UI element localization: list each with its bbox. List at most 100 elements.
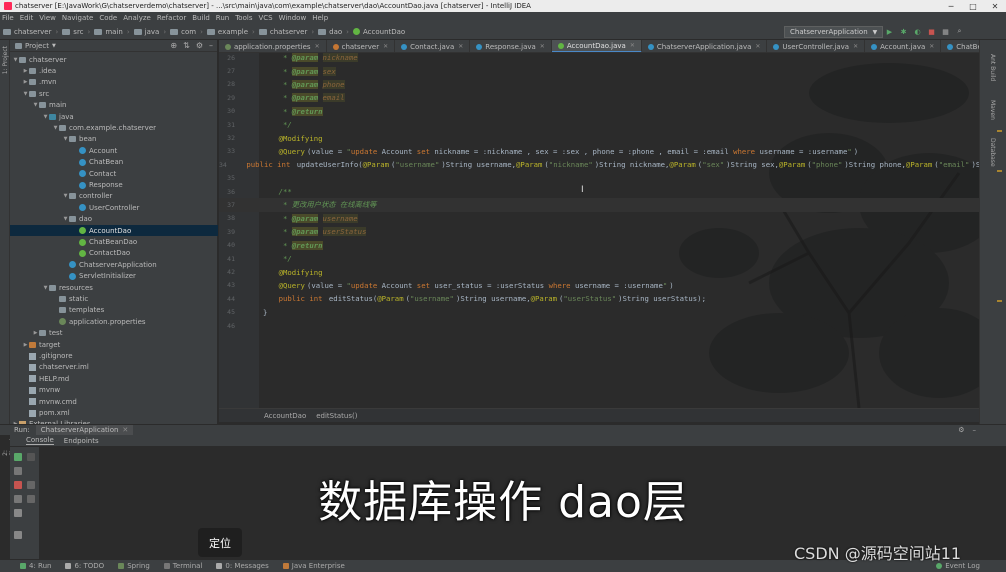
tree-item[interactable]: .gitignore — [10, 350, 218, 361]
bottom-tool-tab[interactable]: Terminal — [163, 562, 202, 570]
collapse-icon[interactable]: ⇅ — [183, 41, 190, 50]
chevron-right-icon[interactable]: ▶ — [22, 79, 29, 85]
locate-button[interactable]: 定位 — [198, 528, 242, 557]
editor-tab[interactable]: Contact.java ✕ — [395, 40, 471, 52]
close-icon[interactable]: ✕ — [853, 43, 858, 50]
editor-tab[interactable]: Response.java ✕ — [470, 40, 552, 52]
breadcrumb-item[interactable]: example › — [206, 28, 255, 36]
chevron-down-icon[interactable]: ▼ — [42, 114, 49, 120]
menu-item-analyze[interactable]: Analyze — [123, 14, 151, 22]
run-configuration-select[interactable]: ChatserverApplication ▼ — [784, 26, 884, 38]
search-icon[interactable]: ⌕ — [954, 26, 965, 37]
rerun-icon[interactable] — [14, 453, 22, 461]
editor-tab[interactable]: ChatBean.java✕ — [941, 40, 979, 52]
breadcrumb-class[interactable]: AccountDao — [264, 412, 306, 420]
chevron-down-icon[interactable]: ▼ — [32, 102, 39, 108]
tree-item[interactable]: ContactDao — [10, 248, 218, 259]
gear-icon[interactable]: ⚙ — [958, 426, 964, 434]
chevron-down-icon[interactable]: ▼ — [52, 125, 59, 131]
tree-item[interactable]: application.properties — [10, 316, 218, 327]
tree-item[interactable]: ▶ .idea — [10, 65, 218, 76]
chevron-down-icon[interactable]: ▼ — [62, 136, 69, 142]
close-icon[interactable]: ✕ — [540, 43, 545, 50]
close-icon[interactable]: ✕ — [383, 43, 388, 50]
close-icon[interactable]: ✕ — [755, 43, 760, 50]
endpoints-tab[interactable]: Endpoints — [64, 437, 99, 445]
tree-item[interactable]: templates — [10, 305, 218, 316]
tree-item[interactable]: ▼ bean — [10, 134, 218, 145]
tree-item[interactable]: UserController — [10, 202, 218, 213]
locate-icon[interactable]: ⊕ — [170, 41, 177, 50]
tree-item[interactable]: pom.xml — [10, 407, 218, 418]
menu-item-tools[interactable]: Tools — [235, 14, 252, 22]
tree-item[interactable]: Response — [10, 179, 218, 190]
close-icon[interactable]: ✕ — [122, 426, 128, 434]
minimize-button[interactable]: ─ — [940, 0, 962, 12]
pin-icon[interactable] — [14, 531, 22, 539]
tree-item[interactable]: HELP.md — [10, 373, 218, 384]
editor-tab[interactable]: ChatserverApplication.java ✕ — [642, 40, 768, 52]
tree-item[interactable]: Account — [10, 145, 218, 156]
tree-item[interactable]: ▼ controller — [10, 191, 218, 202]
tree-item[interactable]: chatserver.iml — [10, 362, 218, 373]
breadcrumb-item[interactable]: AccountDao — [352, 28, 405, 36]
bottom-tool-tab[interactable]: 4: Run — [20, 562, 51, 570]
tree-item[interactable]: ▼ src — [10, 88, 218, 99]
menu-item-code[interactable]: Code — [99, 14, 117, 22]
chevron-down-icon[interactable]: ▼ — [62, 216, 69, 222]
close-icon[interactable]: ✕ — [458, 43, 463, 50]
breadcrumb-method[interactable]: editStatus() — [316, 412, 357, 420]
coverage-icon[interactable]: ◐ — [912, 26, 923, 37]
chevron-down-icon[interactable]: ▼ — [62, 193, 69, 199]
menu-item-help[interactable]: Help — [312, 14, 328, 22]
breadcrumb-item[interactable]: com › — [170, 28, 203, 36]
tree-item[interactable]: static — [10, 293, 218, 304]
menu-item-file[interactable]: File — [2, 14, 14, 22]
chevron-down-icon[interactable]: ▼ — [12, 57, 19, 63]
breadcrumb-item[interactable]: main › — [94, 28, 130, 36]
chevron-right-icon[interactable]: ▶ — [32, 330, 39, 336]
database-tool-tab[interactable]: Database — [989, 138, 996, 167]
chevron-right-icon[interactable]: ▶ — [22, 342, 29, 348]
tree-item[interactable]: ChatBean — [10, 157, 218, 168]
tree-item[interactable]: ▼ main — [10, 100, 218, 111]
tree-item[interactable]: ServletInitializer — [10, 271, 218, 282]
close-icon[interactable]: ✕ — [929, 43, 934, 50]
hide-icon[interactable]: – — [209, 41, 213, 50]
scroll-up-icon[interactable] — [27, 453, 35, 461]
editor-tab[interactable]: application.properties ✕ — [219, 40, 327, 52]
breadcrumb-item[interactable]: dao › — [318, 28, 349, 36]
tree-item[interactable]: ChatserverApplication — [10, 259, 218, 270]
menu-item-run[interactable]: Run — [216, 14, 229, 22]
tree-item[interactable]: ChatBeanDao — [10, 236, 218, 247]
tree-item[interactable]: ▶ target — [10, 339, 218, 350]
tree-item[interactable]: ▶ test — [10, 328, 218, 339]
menu-item-navigate[interactable]: Navigate — [62, 14, 93, 22]
run-tab[interactable]: ChatserverApplication ✕ — [35, 425, 134, 435]
chevron-down-icon[interactable]: ▼ — [52, 43, 56, 49]
menu-item-edit[interactable]: Edit — [20, 14, 34, 22]
menu-item-refactor[interactable]: Refactor — [157, 14, 186, 22]
tree-item[interactable]: mvnw.cmd — [10, 396, 218, 407]
breadcrumb-item[interactable]: chatserver › — [3, 28, 58, 36]
gear-icon[interactable]: ⚙ — [196, 41, 203, 50]
project-structure-icon[interactable]: ▦ — [940, 26, 951, 37]
debug-icon[interactable]: ✱ — [898, 26, 909, 37]
tree-item[interactable]: AccountDao — [10, 225, 218, 237]
breadcrumb-item[interactable]: java › — [133, 28, 166, 36]
menu-item-view[interactable]: View — [39, 14, 56, 22]
maximize-button[interactable]: □ — [962, 0, 984, 12]
editor-tab[interactable]: UserController.java ✕ — [767, 40, 866, 52]
tree-item[interactable]: ▼ java — [10, 111, 218, 122]
chevron-right-icon[interactable]: ▶ — [22, 68, 29, 74]
tree-item[interactable]: ▼ com.example.chatserver — [10, 122, 218, 133]
ant-build-tool-tab[interactable]: Ant Build — [989, 54, 996, 81]
run-icon[interactable]: ▶ — [884, 26, 895, 37]
tree-item[interactable]: ▼ resources — [10, 282, 218, 293]
menu-item-build[interactable]: Build — [192, 14, 210, 22]
editor-tab[interactable]: AccountDao.java ✕ — [551, 40, 642, 52]
bottom-tool-tab[interactable]: Spring — [118, 562, 150, 570]
tree-item[interactable]: mvnw — [10, 385, 218, 396]
tree-item[interactable]: ▶ .mvn — [10, 77, 218, 88]
menu-item-window[interactable]: Window — [279, 14, 307, 22]
